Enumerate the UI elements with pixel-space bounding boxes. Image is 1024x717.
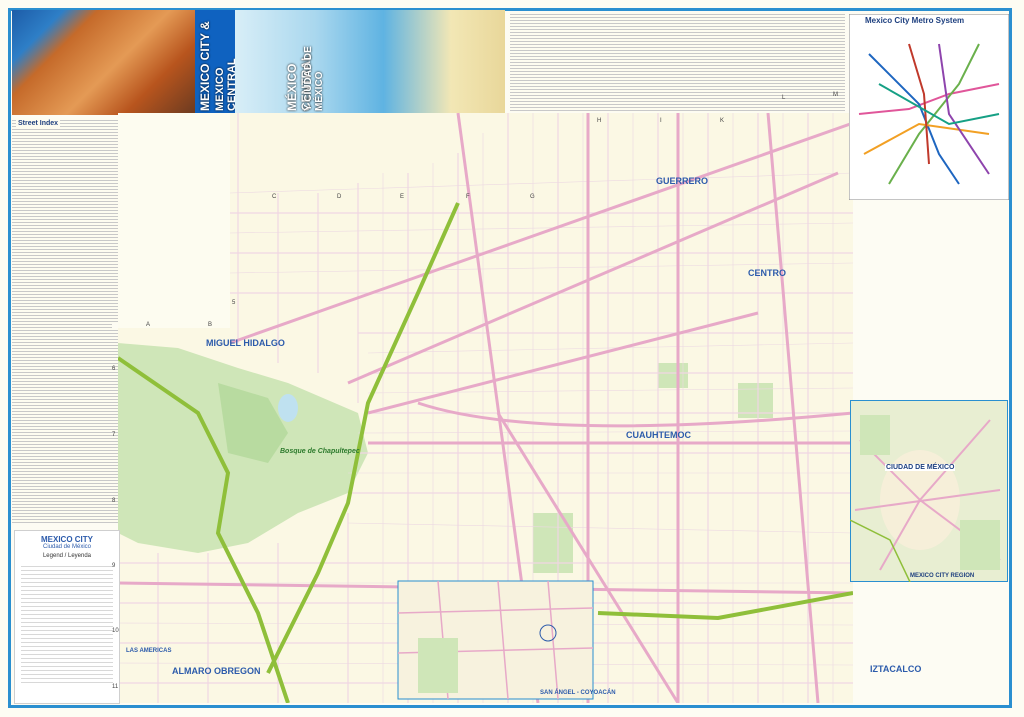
region-inset-caption: MEXICO CITY REGION bbox=[910, 573, 975, 579]
grid-col-f: F bbox=[466, 194, 470, 200]
grid-col-d: D bbox=[337, 194, 342, 200]
map-sheet: MEXICO CITY & MEXICO CENTRAL MÉXICO CENT… bbox=[0, 0, 1024, 717]
cover-title-en-2: MEXICO CENTRAL bbox=[214, 58, 235, 111]
index-left-block bbox=[12, 118, 112, 328]
cover-title-es-2: Y CIUDAD DE MÉXICO bbox=[303, 46, 325, 111]
metro-map bbox=[849, 14, 1009, 200]
grid-col-g: G bbox=[530, 194, 535, 200]
grid-col-e: E bbox=[400, 194, 405, 200]
grid-col-i: I bbox=[660, 118, 662, 124]
region-inset-map bbox=[850, 400, 1008, 582]
cover-map-panel: MÉXICO CENTRAL Y CIUDAD DE MÉXICO bbox=[235, 10, 505, 115]
district-centro: CENTRO bbox=[748, 268, 786, 278]
district-miguel-hidalgo: MIGUEL HIDALGO bbox=[206, 338, 285, 348]
legend-subtitle: Ciudad de México bbox=[42, 544, 92, 550]
index-title: Street Index bbox=[16, 120, 61, 127]
grid-row-5: 5 bbox=[232, 300, 236, 306]
grid-row-10: 10 bbox=[112, 628, 119, 634]
legend-title: MEXICO CITY bbox=[40, 535, 93, 544]
district-iztacalco: IZTACALCO bbox=[870, 664, 922, 674]
district-almaro-obregon: ALMARO OBREGON bbox=[172, 666, 261, 676]
grid-row-7: 7 bbox=[112, 432, 116, 438]
legend-items bbox=[21, 563, 113, 685]
grid-col-m: M bbox=[833, 92, 838, 98]
city-map bbox=[118, 113, 853, 703]
grid-col-c: C bbox=[272, 194, 277, 200]
cover-title-panel: MEXICO CITY & MEXICO CENTRAL bbox=[195, 10, 235, 115]
legend-box: MEXICO CITY Ciudad de México Legend / Le… bbox=[14, 530, 120, 704]
index-left-lower-block bbox=[12, 328, 120, 523]
grid-row-9: 9 bbox=[112, 563, 116, 569]
grid-row-8: 8 bbox=[112, 498, 116, 504]
district-san-angel: SAN ÁNGEL - COYOACÁN bbox=[540, 690, 616, 696]
grid-col-l: L bbox=[782, 95, 786, 101]
grid-row-11: 11 bbox=[112, 684, 119, 690]
grid-col-a: A bbox=[146, 322, 151, 328]
grid-col-h: H bbox=[597, 118, 602, 124]
legend-heading: Legend / Leyenda bbox=[42, 553, 92, 559]
district-las-americas: LAS AMERICAS bbox=[126, 648, 172, 654]
grid-col-b: B bbox=[208, 322, 213, 328]
park-chapultepec: Bosque de Chapultepec bbox=[280, 448, 360, 455]
cover-title-en-1: MEXICO CITY & bbox=[198, 21, 212, 111]
region-inset-label: CIUDAD DE MÉXICO bbox=[885, 464, 956, 471]
cover-photo bbox=[12, 10, 195, 115]
grid-row-6: 6 bbox=[112, 366, 116, 372]
metro-title: Mexico City Metro System bbox=[865, 16, 965, 25]
district-guerrero: GUERRERO bbox=[656, 176, 709, 186]
grid-col-k: K bbox=[720, 118, 725, 124]
index-top-block bbox=[510, 12, 845, 112]
district-cuauhtemoc: CUAUHTEMOC bbox=[626, 430, 691, 440]
